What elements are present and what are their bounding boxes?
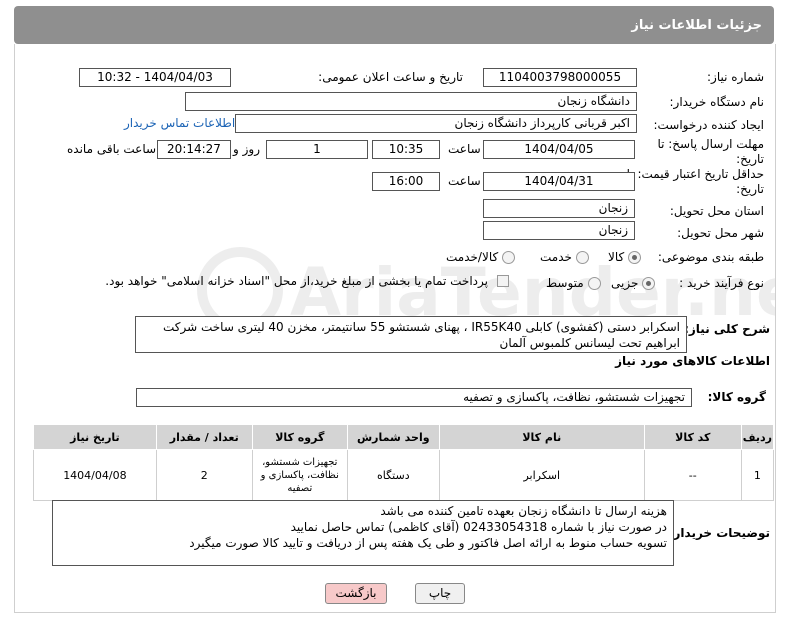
goods-section-title: اطلاعات کالاهای مورد نیاز bbox=[615, 354, 770, 368]
days-label: روز و bbox=[233, 142, 260, 156]
print-button[interactable]: چاپ bbox=[415, 583, 465, 604]
cell-row: 1 bbox=[740, 449, 775, 501]
category-option-goods-service[interactable]: کالا/خدمت bbox=[446, 250, 516, 264]
creator-field: اکبر قربانی کارپرداز دانشگاه زنجان bbox=[235, 114, 637, 133]
payment-checkbox[interactable] bbox=[497, 275, 509, 287]
process-option-minor[interactable]: جزیی bbox=[611, 276, 656, 290]
deadline-time-label: ساعت bbox=[448, 142, 481, 156]
col-unit: واحد شمارش bbox=[346, 424, 440, 450]
validity-date-field: 1404/04/31 bbox=[483, 172, 635, 191]
cell-unit: دستگاه bbox=[346, 449, 440, 501]
need-number-field: 1104003798000055 bbox=[483, 68, 637, 87]
col-date: تاریخ نیاز bbox=[33, 424, 157, 450]
city-field: زنجان bbox=[483, 221, 635, 240]
validity-time-label: ساعت bbox=[448, 174, 481, 188]
category-option-service[interactable]: خدمت bbox=[540, 250, 589, 264]
category-option-goods-label: کالا bbox=[608, 250, 625, 264]
announce-field: 1404/04/03 - 10:32 bbox=[79, 68, 231, 87]
summary-line-2: ابراهیم تحت لیسانس کلمبوس آلمان bbox=[499, 336, 680, 350]
deadline-time-field: 10:35 bbox=[372, 140, 440, 159]
process-label: نوع فرآیند خرید : bbox=[679, 276, 764, 290]
cell-name: اسکرابر bbox=[438, 449, 645, 501]
col-row: ردیف bbox=[740, 424, 775, 450]
page-title: جزئیات اطلاعات نیاز bbox=[631, 18, 762, 33]
validity-time-field: 16:00 bbox=[372, 172, 440, 191]
radio-minor-icon[interactable] bbox=[642, 277, 656, 290]
buyer-org-field: دانشگاه زنجان bbox=[185, 92, 637, 111]
table-row: 1 -- اسکرابر دستگاه تجهیزات شستشو، نظافت… bbox=[33, 449, 775, 501]
notes-field: هزینه ارسال تا دانشگاه زنجان بعهده تامین… bbox=[52, 500, 674, 566]
notes-line-1: هزینه ارسال تا دانشگاه زنجان بعهده تامین… bbox=[380, 504, 667, 518]
province-label: استان محل تحویل: bbox=[669, 204, 764, 218]
remaining-time-label: ساعت باقی مانده bbox=[67, 142, 157, 156]
cell-group: تجهیزات شستشو، نظافت، پاکسازی و تصفیه bbox=[251, 449, 348, 501]
radio-goods-service-icon[interactable] bbox=[502, 251, 516, 264]
category-option-service-label: خدمت bbox=[540, 250, 572, 264]
cell-qty: 2 bbox=[155, 449, 253, 501]
summary-label: شرح کلی نیاز: bbox=[684, 322, 770, 336]
days-field: 1 bbox=[266, 140, 368, 159]
category-option-goods[interactable]: کالا bbox=[608, 250, 642, 264]
radio-service-icon[interactable] bbox=[575, 251, 589, 264]
notes-label: توضیحات خریدار: bbox=[668, 526, 770, 540]
col-code: کد کالا bbox=[643, 424, 742, 450]
announce-label: تاریخ و ساعت اعلان عمومی: bbox=[318, 70, 463, 84]
cell-code: -- bbox=[643, 449, 742, 501]
contact-info-link[interactable]: اطلاعات تماس خریدار bbox=[124, 116, 235, 130]
goods-group-label: گروه کالا: bbox=[707, 390, 766, 404]
need-number-label: شماره نیاز: bbox=[707, 70, 764, 84]
buyer-org-label: نام دستگاه خریدار: bbox=[669, 95, 765, 109]
province-field: زنجان bbox=[483, 199, 635, 218]
col-group: گروه کالا bbox=[251, 424, 348, 450]
notes-line-3: تسویه حساب منوط به ارائه اصل فاکتور و طی… bbox=[189, 536, 667, 550]
creator-label: ایجاد کننده درخواست: bbox=[653, 118, 764, 132]
deadline-date-field: 1404/04/05 bbox=[483, 140, 635, 159]
goods-table: ردیف کد کالا نام کالا واحد شمارش گروه کا… bbox=[33, 424, 775, 501]
city-label: شهر محل تحویل: bbox=[677, 226, 764, 240]
deadline-label: مهلت ارسال پاسخ: تا تاریخ: bbox=[657, 137, 764, 166]
remaining-time-field: 20:14:27 bbox=[157, 140, 231, 159]
back-button[interactable]: بازگشت bbox=[325, 583, 387, 604]
col-qty: تعداد / مقدار bbox=[155, 424, 253, 450]
page-header: جزئیات اطلاعات نیاز bbox=[14, 6, 774, 44]
col-name: نام کالا bbox=[438, 424, 645, 450]
category-option-goods-service-label: کالا/خدمت bbox=[446, 250, 499, 264]
goods-group-field: تجهیزات شستشو، نظافت، پاکسازی و تصفیه bbox=[136, 388, 692, 407]
summary-line-1: اسکرابر دستی (کفشوی) کابلی IR55K40 ، پهن… bbox=[162, 320, 680, 334]
process-option-minor-label: جزیی bbox=[611, 276, 639, 290]
cell-date: 1404/04/08 bbox=[33, 449, 157, 501]
process-option-medium[interactable]: متوسط bbox=[546, 276, 601, 290]
notes-line-2: در صورت نیاز با شماره 02433054318 (آقای … bbox=[290, 520, 667, 534]
validity-label: حداقل تاریخ اعتبار قیمت: تا تاریخ: bbox=[626, 167, 764, 196]
category-label: طبقه بندی موضوعی: bbox=[657, 250, 764, 264]
goods-table-header: ردیف کد کالا نام کالا واحد شمارش گروه کا… bbox=[33, 424, 775, 450]
payment-note: پرداخت تمام یا بخشی از مبلغ خرید،از محل … bbox=[105, 274, 488, 288]
process-option-medium-label: متوسط bbox=[546, 276, 584, 290]
radio-goods-icon[interactable] bbox=[628, 251, 642, 264]
summary-field: اسکرابر دستی (کفشوی) کابلی IR55K40 ، پهن… bbox=[135, 316, 687, 353]
radio-medium-icon[interactable] bbox=[587, 277, 601, 290]
